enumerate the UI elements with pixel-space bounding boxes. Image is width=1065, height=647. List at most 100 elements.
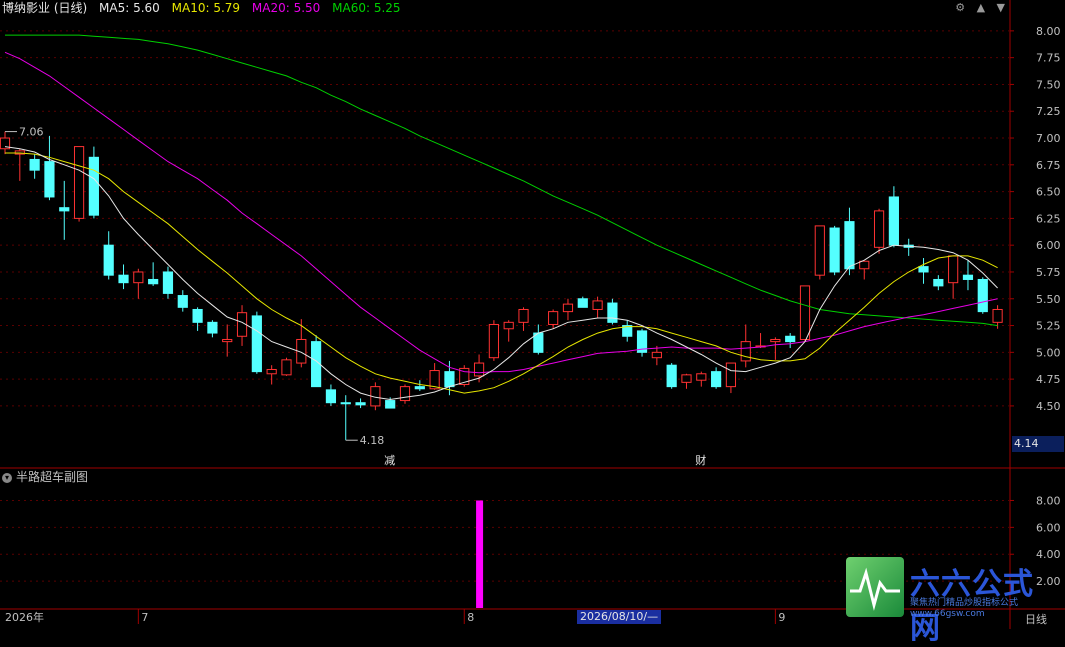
main-legend: 博纳影业 (日线) MA5: 5.60 MA10: 5.79 MA20: 5.5… [2,0,409,16]
y-tick-label: 7.50 [1036,78,1061,91]
candle-body-down [44,161,55,198]
stock-chart[interactable]: 8.00 7.75 7.50 7.25 7.00 6.75 6.50 6.25 6.00 5.75… [0,0,1065,629]
candle-body-up [770,338,781,343]
candle-body-down [577,298,588,308]
candle-body-down [414,386,425,390]
y-tick-label: 4.50 [1036,400,1061,413]
candle-body-down [162,271,174,294]
candle-body-up [992,308,1003,323]
x-tick-label: 2026年 [5,610,44,624]
watermark-url: www.66gsw.com [910,609,985,619]
sub-panel-title[interactable]: ▾ 半路超车副图 [2,469,88,485]
candle-body-down [962,274,974,280]
ma10-line [5,152,998,394]
candle-body-up [725,362,737,388]
candle-body-down [207,321,218,334]
y-tick-label: 7.75 [1036,52,1061,65]
low-label: 4.18 [360,434,385,447]
candle-body-down [59,207,70,212]
candle-body-down [711,371,722,388]
watermark-subtitle: 聚焦热门精品炒股指标公式 [910,598,1019,608]
y-tick-label: 6.00 [1036,239,1061,252]
candle-body-up [814,225,825,276]
candle-body-down [192,308,203,323]
sub-y-tick-label: 6.00 [1036,521,1061,534]
candle-body-down [177,295,188,308]
candle-body-up [488,323,499,359]
y-tick-label: 7.25 [1036,105,1061,118]
candle-body-down [888,196,899,246]
corner-toolbar: ⚙ ▲ ▼ [947,1,1005,14]
x-tick-label: 8 [467,611,474,624]
candle-body-up [266,368,277,375]
candle-body-down [355,402,366,406]
candle-body-down [933,278,944,287]
candle-body-up [548,311,559,325]
sub-y-tick-label: 8.00 [1036,494,1061,507]
watermark-logo-icon [846,557,904,617]
candle-body-up [399,386,411,402]
candle-body-down [444,371,455,388]
candle-body-down [785,335,796,343]
candle-body-up [518,308,529,323]
signal-bar [476,500,484,608]
ma5-value: MA5: 5.60 [99,1,160,15]
ma60-value: MA60: 5.25 [332,1,401,15]
y-tick-label: 4.75 [1036,373,1061,386]
stock-name: 博纳影业 (日线) [2,1,88,15]
x-tick-label: 9 [778,611,785,624]
candle-body-down [829,227,840,273]
y-tick-label: 7.00 [1036,132,1061,145]
candle-body-down [29,158,40,171]
candle-body-down [251,315,262,373]
candle-body-down [148,278,159,285]
up-arrow-icon[interactable]: ▲ [977,1,985,14]
candle-body-down [103,244,114,276]
y-tick-label: 6.75 [1036,159,1061,172]
candle-body-up [281,359,292,376]
candle-body-up [651,351,662,359]
candle-body-up [873,210,885,248]
y-tick-label: 6.50 [1036,186,1061,199]
candle-body-down [385,400,396,409]
ma20-line [4,51,998,374]
ma20-value: MA20: 5.50 [251,1,321,15]
candle-body-down [607,302,618,323]
event-marker: 减 [384,454,395,467]
ma5-line [4,146,998,401]
candle-body-down [325,389,337,404]
collapse-icon[interactable]: ▾ [2,472,12,483]
candle-body-down [118,274,129,284]
candle-body-up [222,338,233,343]
ma10-value: MA10: 5.79 [171,1,241,15]
candle-body-up [503,321,514,330]
candle-body-up [948,255,959,284]
y-tick-label: 5.25 [1036,320,1061,333]
candle-body-up [799,285,811,340]
y-tick-label: 6.25 [1036,212,1061,225]
candle-body-up [740,341,751,362]
candle-body-up [696,373,707,381]
candle-body-up [859,260,870,270]
candle-body-up [133,271,144,284]
down-arrow-icon[interactable]: ▼ [997,1,1005,14]
candle-body-down [88,156,99,216]
candle-body-down [666,364,677,388]
y-tick-label: 8.00 [1036,25,1061,38]
cursor-date: 2026/08/10/— [577,610,662,624]
watermark: 六六公式网 聚焦热门精品炒股指标公式 www.66gsw.com [846,557,1060,646]
candle-body-up [681,374,692,383]
gear-icon[interactable]: ⚙ [955,1,965,14]
candle-body-up [592,300,603,310]
candle-body-up [562,303,574,313]
x-tick-label: 7 [141,611,148,624]
candle-body-down [844,221,855,270]
event-marker: 财 [695,453,706,467]
current-price-box: 4.14 [1012,436,1064,452]
candle-body-down [340,402,351,405]
y-tick-label: 5.00 [1036,346,1061,359]
candle-body-up [473,362,485,377]
candle-body-up [73,146,85,219]
y-tick-label: 5.75 [1036,266,1061,279]
candle-body-down [977,278,988,313]
